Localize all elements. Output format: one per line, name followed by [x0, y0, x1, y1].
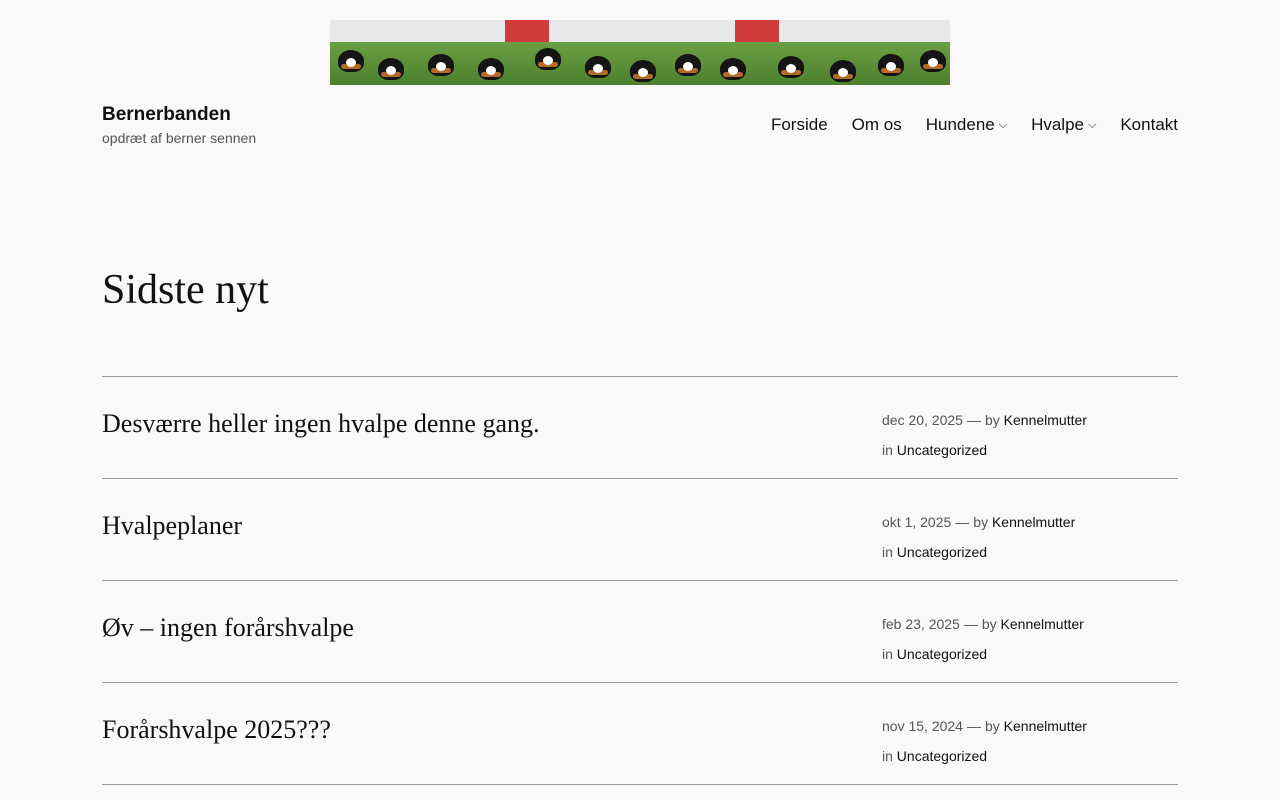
nav-item-forside[interactable]: Forside — [771, 115, 828, 135]
post-category-link[interactable]: Uncategorized — [897, 442, 987, 458]
post-list-item: Forårshvalpe 2025??? nov 15, 2024— by Ken… — [102, 682, 1178, 785]
page-title: Sidste nyt — [102, 267, 269, 313]
post-title-link[interactable]: Øv – ingen forårshvalpe — [102, 613, 354, 643]
post-title-link[interactable]: Forårshvalpe 2025??? — [102, 715, 331, 745]
meta-dash: — — [963, 616, 978, 632]
meta-dash: — — [966, 718, 981, 734]
site-title[interactable]: Bernerbanden — [102, 104, 231, 126]
nav-item-om-os[interactable]: Om os — [852, 115, 902, 135]
meta-in-label: in — [882, 646, 893, 662]
post-meta: okt 1, 2025— by Kennelmutter in Uncategor… — [882, 507, 1075, 567]
meta-in-label: in — [882, 442, 893, 458]
meta-in-label: in — [882, 544, 893, 560]
nav-item-label: Kontakt — [1120, 115, 1178, 134]
post-date[interactable]: nov 15, 2024 — [882, 718, 963, 734]
site-tagline: opdræt af berner sennen — [102, 130, 257, 146]
nav-item-label: Hvalpe — [1031, 115, 1084, 134]
post-list-item: Øv – ingen forårshvalpe feb 23, 2025— by … — [102, 580, 1178, 682]
nav-item-label: Om os — [851, 115, 902, 134]
post-title-link[interactable]: Desværre heller ingen hvalpe denne gang. — [102, 409, 540, 439]
nav-item-hvalpe[interactable]: Hvalpe ⌵ — [1031, 115, 1096, 135]
meta-dash: — — [955, 514, 970, 530]
post-date[interactable]: feb 23, 2025 — [882, 616, 960, 632]
post-list-item: Desværre heller ingen hvalpe denne gang.… — [102, 376, 1178, 478]
meta-in-label: in — [882, 748, 893, 764]
post-category-link[interactable]: Uncategorized — [897, 544, 987, 560]
meta-by-label: by — [984, 412, 1000, 428]
meta-dash: — — [966, 412, 981, 428]
nav-item-kontakt[interactable]: Kontakt — [1120, 115, 1178, 135]
post-category-link[interactable]: Uncategorized — [897, 748, 987, 764]
nav-item-hundene[interactable]: Hundene ⌵ — [926, 115, 1007, 135]
meta-by-label: by — [984, 718, 1000, 734]
post-meta: nov 15, 2024— by Kennelmutter in Uncatego… — [882, 711, 1087, 771]
post-title-link[interactable]: Hvalpeplaner — [102, 511, 242, 541]
post-meta: feb 23, 2025— by Kennelmutter in Uncatego… — [882, 609, 1084, 669]
meta-by-label: by — [973, 514, 989, 530]
chevron-down-icon[interactable]: ⌵ — [1088, 119, 1096, 131]
main-nav: Forside Om os Hundene ⌵ Hvalpe ⌵ Kontakt — [771, 115, 1178, 135]
header-banner-image — [330, 20, 950, 85]
post-author-link[interactable]: Kennelmutter — [1004, 412, 1087, 428]
post-date[interactable]: dec 20, 2025 — [882, 412, 963, 428]
post-list: Desværre heller ingen hvalpe denne gang.… — [102, 376, 1178, 785]
post-list-item: Hvalpeplaner okt 1, 2025— by Kennelmutter… — [102, 478, 1178, 580]
meta-by-label: by — [981, 616, 997, 632]
nav-item-label: Forside — [770, 115, 828, 134]
post-meta: dec 20, 2025— by Kennelmutter in Uncatego… — [882, 405, 1087, 465]
post-category-link[interactable]: Uncategorized — [897, 646, 987, 662]
post-author-link[interactable]: Kennelmutter — [1004, 718, 1087, 734]
post-date[interactable]: okt 1, 2025 — [882, 514, 951, 530]
post-author-link[interactable]: Kennelmutter — [1001, 616, 1084, 632]
post-author-link[interactable]: Kennelmutter — [992, 514, 1075, 530]
nav-item-label: Hundene — [925, 115, 995, 134]
chevron-down-icon[interactable]: ⌵ — [999, 119, 1007, 131]
